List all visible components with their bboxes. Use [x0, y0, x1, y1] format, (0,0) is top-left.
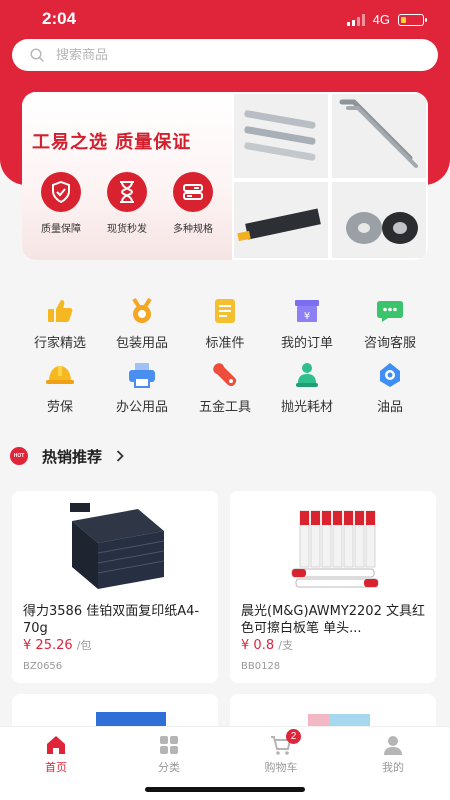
- banner-title: 工易之选 质量保证: [32, 132, 192, 153]
- shield-icon: [41, 172, 81, 212]
- order-icon: ¥: [290, 296, 324, 326]
- feature-label: 多种规格: [173, 224, 213, 235]
- feature-label: 质量保障: [41, 224, 81, 235]
- feature-label: 现货秒发: [107, 224, 147, 235]
- tab-home[interactable]: 首页: [16, 733, 96, 775]
- chevron-right-icon[interactable]: [116, 450, 124, 462]
- banner-feature-stock: 现货秒发: [96, 172, 158, 235]
- user-icon: [381, 733, 405, 757]
- helmet-icon: [43, 360, 77, 390]
- category-label: 包装用品: [115, 336, 168, 351]
- home-icon: [44, 733, 68, 757]
- banner-image-gauges: [330, 180, 428, 260]
- product-code: BZ0656: [23, 661, 63, 672]
- banner-feature-quality: 质量保障: [30, 172, 92, 235]
- category-expert-picks[interactable]: 行家精选: [15, 296, 105, 351]
- chat-icon: [373, 296, 407, 326]
- category-label: 五金工具: [198, 400, 251, 415]
- tab-label: 购物车: [264, 761, 298, 774]
- tab-label: 分类: [158, 761, 180, 774]
- spec-icon: [173, 172, 213, 212]
- network-label: 4G: [372, 12, 390, 27]
- status-indicators: 4G: [346, 12, 427, 27]
- price-unit: /包: [76, 639, 92, 652]
- tab-label: 我的: [382, 761, 404, 774]
- price-value: 25.26: [35, 638, 73, 653]
- oil-icon: [373, 360, 407, 390]
- category-office-supplies[interactable]: 办公用品: [97, 360, 187, 415]
- product-code: BB0128: [241, 661, 281, 672]
- category-labor-protection[interactable]: 劳保: [15, 360, 105, 415]
- product-image-whiteboard-markers: [230, 491, 436, 599]
- tab-category[interactable]: 分类: [129, 733, 209, 775]
- currency-symbol: ¥: [23, 638, 32, 653]
- status-time: 2:04: [42, 9, 77, 28]
- product-card[interactable]: 得力3586 佳铂双面复印纸A4-70g ¥ 25.26 /包 BZ0656: [12, 491, 218, 683]
- banner-feature-specs: 多种规格: [162, 172, 224, 235]
- banner-image-steel-bars: [232, 92, 330, 180]
- currency-symbol: ¥: [241, 638, 250, 653]
- grid-icon: [157, 733, 181, 757]
- search-icon: [30, 48, 44, 62]
- tab-cart[interactable]: 2 购物车: [241, 729, 321, 775]
- price-unit: /支: [278, 639, 293, 652]
- promo-banner[interactable]: 工易之选 质量保证 质量保障 现货秒发 多种规格: [22, 92, 428, 260]
- category-label: 劳保: [46, 400, 73, 415]
- tab-label: 首页: [45, 761, 67, 774]
- category-label: 我的订单: [280, 336, 333, 351]
- category-standard-parts[interactable]: 标准件: [180, 296, 270, 351]
- category-label: 油品: [376, 400, 403, 415]
- document-icon: [208, 296, 242, 326]
- hourglass-icon: [107, 172, 147, 212]
- home-indicator: [145, 787, 305, 792]
- cart-count-badge: 2: [286, 729, 301, 744]
- cart-icon: 2: [269, 729, 301, 757]
- search-bar[interactable]: [12, 39, 438, 71]
- product-name: 晨光(M&G)AWMY2202 文具红色可擦白板笔 单头...: [241, 604, 425, 636]
- product-name: 得力3586 佳铂双面复印纸A4-70g: [23, 604, 200, 636]
- category-label: 行家精选: [33, 336, 86, 351]
- search-input[interactable]: [56, 47, 396, 63]
- printer-icon: [125, 360, 159, 390]
- product-card[interactable]: 晨光(M&G)AWMY2202 文具红色可擦白板笔 单头... ¥ 0.8 /支…: [230, 491, 436, 683]
- category-customer-service[interactable]: 咨询客服: [345, 296, 435, 351]
- hot-section-header[interactable]: HOT 热销推荐: [10, 444, 124, 468]
- banner-text-panel: 工易之选 质量保证 质量保障 现货秒发 多种规格: [22, 92, 232, 260]
- category-polishing-supplies[interactable]: 抛光耗材: [262, 360, 352, 415]
- medal-icon: [125, 296, 159, 326]
- category-oil[interactable]: 油品: [345, 360, 435, 415]
- banner-image-hex-keys: [330, 92, 428, 180]
- thumbs-up-icon: [43, 296, 77, 326]
- category-hardware-tools[interactable]: 五金工具: [180, 360, 270, 415]
- price-value: 0.8: [253, 638, 275, 653]
- category-my-orders[interactable]: ¥ 我的订单: [262, 296, 352, 351]
- svg-text:¥: ¥: [304, 311, 310, 322]
- category-label: 抛光耗材: [280, 400, 333, 415]
- polish-icon: [290, 360, 324, 390]
- section-title: 热销推荐: [42, 447, 103, 466]
- product-image-copy-paper: [12, 491, 218, 599]
- battery-icon: [398, 13, 427, 26]
- product-price: ¥ 25.26 /包: [23, 637, 92, 653]
- category-label: 咨询客服: [363, 336, 416, 351]
- tab-profile[interactable]: 我的: [353, 733, 433, 775]
- category-label: 标准件: [205, 336, 245, 351]
- wrench-icon: [208, 360, 242, 390]
- signal-icon: [346, 13, 365, 26]
- product-price: ¥ 0.8 /支: [241, 637, 293, 653]
- banner-image-turning-tool: [232, 180, 330, 260]
- category-label: 办公用品: [115, 400, 168, 415]
- hot-badge: HOT: [10, 447, 28, 465]
- status-bar: 2:04 4G: [0, 0, 450, 40]
- category-packaging[interactable]: 包装用品: [97, 296, 187, 351]
